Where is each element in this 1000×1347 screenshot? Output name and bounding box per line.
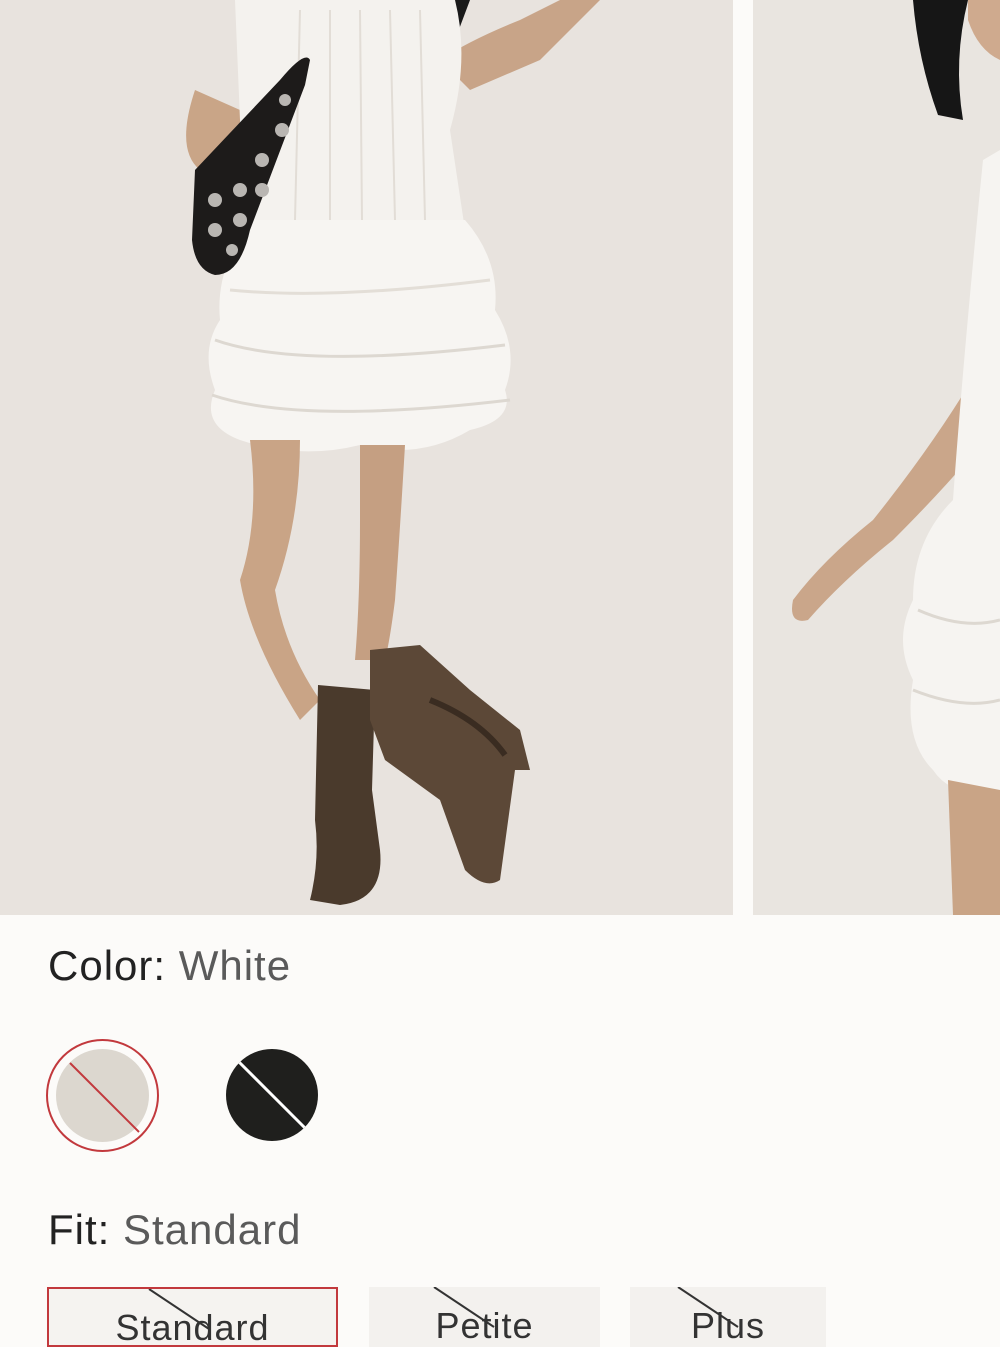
selected-fit-value: Standard [123, 1206, 302, 1253]
unavailable-slash-icon [69, 1062, 140, 1133]
color-swatch-black[interactable] [226, 1049, 318, 1141]
product-image-gallery[interactable] [0, 0, 1000, 915]
color-selector-label: Color: White [48, 942, 291, 990]
fit-option-label: Petite [435, 1305, 534, 1346]
fit-option-label: Plus [690, 1305, 766, 1346]
fit-option-standard[interactable]: Standard [47, 1287, 338, 1347]
fit-option-petite[interactable]: Petite [369, 1287, 600, 1347]
product-image-front[interactable] [0, 0, 733, 915]
fit-option-label: Standard [115, 1307, 270, 1347]
fit-label-key: Fit: [48, 1206, 111, 1253]
color-swatch-white[interactable] [46, 1039, 159, 1152]
fit-option-plus[interactable]: Plus [630, 1287, 826, 1347]
product-image-side[interactable] [753, 0, 1000, 915]
fit-selector-label: Fit: Standard [48, 1206, 301, 1254]
selected-color-value: White [178, 942, 292, 989]
unavailable-slash-icon [234, 1057, 310, 1133]
color-label-key: Color: [48, 942, 167, 989]
